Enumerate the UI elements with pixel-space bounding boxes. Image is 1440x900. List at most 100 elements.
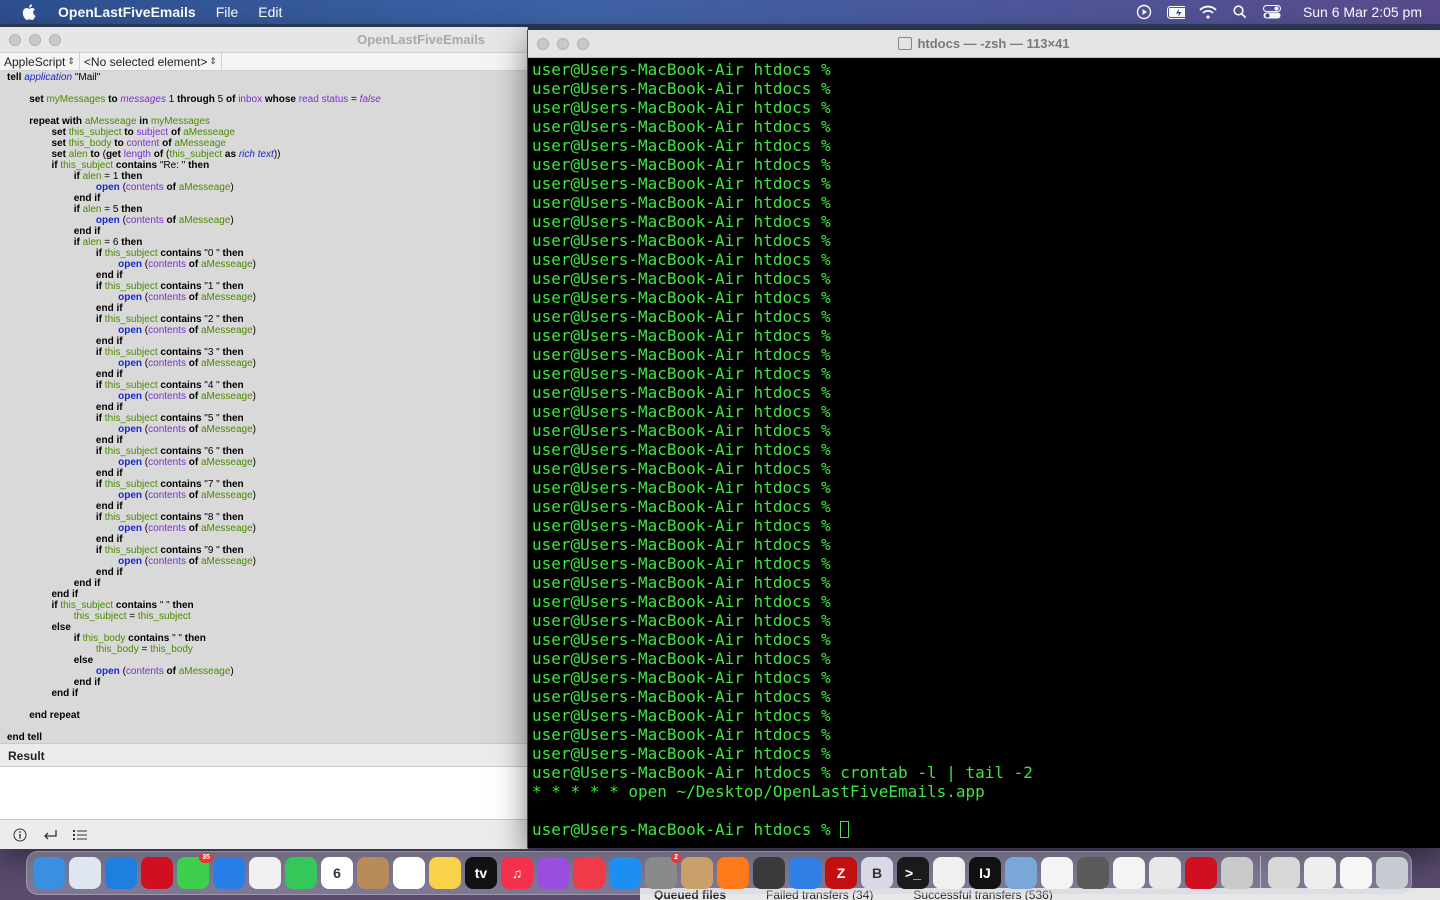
apple-menu-icon[interactable] bbox=[20, 3, 38, 21]
code-token: then bbox=[222, 248, 244, 259]
play-status-icon[interactable] bbox=[1135, 4, 1153, 20]
code-line: if this_subject contains "4 " then bbox=[7, 380, 527, 391]
messages-icon[interactable]: 35 bbox=[177, 853, 213, 889]
element-popup[interactable]: <No selected element> ⇕ bbox=[80, 52, 222, 71]
terminal-output[interactable]: user@Users-MacBook-Air htdocs % user@User… bbox=[528, 58, 1440, 848]
photos-icon[interactable] bbox=[249, 857, 281, 889]
code-token: then bbox=[222, 545, 244, 556]
info-icon[interactable] bbox=[10, 827, 30, 843]
bbedit-icon[interactable]: B bbox=[861, 857, 893, 889]
code-token: of bbox=[185, 490, 201, 501]
menu-app-name[interactable]: OpenLastFiveEmails bbox=[58, 4, 196, 20]
code-token: "7 " bbox=[204, 479, 223, 490]
calculator-icon[interactable] bbox=[753, 857, 785, 889]
calendar-icon[interactable]: 6 bbox=[321, 857, 353, 889]
code-token: content bbox=[126, 138, 160, 149]
code-token: this_subject bbox=[60, 160, 114, 171]
script-editor-icon[interactable] bbox=[1149, 857, 1181, 889]
code-token: of bbox=[185, 259, 201, 270]
ghost-icon[interactable] bbox=[1077, 857, 1109, 889]
spotlight-search-icon[interactable] bbox=[1231, 5, 1249, 19]
code-token: open bbox=[118, 391, 143, 402]
code-token: to bbox=[121, 127, 137, 138]
code-token: then bbox=[121, 171, 143, 182]
dock: 35 6 tv ♫ 2 Z B >_ IJ bbox=[26, 851, 1412, 895]
trash-icon[interactable] bbox=[1376, 857, 1408, 889]
terminal-line: * * * * * open ~/Desktop/OpenLastFiveEma… bbox=[532, 782, 985, 801]
documents-stack-icon[interactable] bbox=[1304, 857, 1336, 889]
menu-clock[interactable]: Sun 6 Mar 2:05 pm bbox=[1303, 4, 1422, 20]
code-token: this_subject bbox=[104, 281, 158, 292]
code-token: open bbox=[95, 182, 120, 193]
control-center-icon[interactable] bbox=[1262, 5, 1281, 19]
opera-gx-icon[interactable] bbox=[1185, 857, 1217, 889]
dock-icon-glyph: 6 bbox=[333, 865, 341, 881]
filezilla-icon[interactable]: Z bbox=[825, 857, 857, 889]
appletv-icon[interactable]: tv bbox=[465, 857, 497, 889]
code-token: end if bbox=[95, 435, 123, 446]
menu-file[interactable]: File bbox=[216, 4, 239, 20]
code-token: aMessеage bbox=[183, 127, 235, 138]
preview-icon[interactable] bbox=[1005, 857, 1037, 889]
code-token: 5 bbox=[214, 94, 226, 105]
code-token: contains bbox=[157, 479, 205, 490]
terminal-icon[interactable]: >_ bbox=[897, 857, 929, 889]
chrome-icon[interactable] bbox=[1113, 857, 1145, 889]
menu-edit[interactable]: Edit bbox=[258, 4, 282, 20]
appstore-icon[interactable] bbox=[609, 857, 641, 889]
battery-icon[interactable] bbox=[1166, 5, 1185, 19]
folder-proxy-icon[interactable] bbox=[898, 37, 913, 50]
xcode-icon[interactable] bbox=[789, 857, 821, 889]
terminal-titlebar[interactable]: htdocs — -zsh — 113×41 bbox=[528, 30, 1440, 58]
code-token: set bbox=[51, 127, 69, 138]
code-token: this_body bbox=[82, 633, 126, 644]
podcasts-icon[interactable] bbox=[537, 857, 569, 889]
code-token: "Mail" bbox=[72, 72, 101, 83]
finder-icon[interactable] bbox=[33, 857, 65, 889]
contacts-icon[interactable] bbox=[357, 857, 389, 889]
installer-icon[interactable] bbox=[1221, 857, 1253, 889]
code-token: this_subject bbox=[104, 347, 158, 358]
launchpad-icon[interactable] bbox=[69, 857, 101, 889]
gimp-icon[interactable] bbox=[681, 857, 713, 889]
screenshot-stack-icon[interactable] bbox=[1340, 857, 1372, 889]
list-log-icon[interactable] bbox=[70, 827, 90, 843]
terminal-line: user@Users-MacBook-Air htdocs % bbox=[532, 725, 831, 744]
mail-icon[interactable] bbox=[213, 857, 245, 889]
reminders-icon[interactable] bbox=[393, 857, 425, 889]
result-pane[interactable] bbox=[0, 767, 527, 819]
firefox-icon[interactable] bbox=[717, 857, 749, 889]
script-editor-window: OpenLastFiveEmails AppleScript ⇕ <No sele… bbox=[0, 27, 528, 849]
opera-icon[interactable] bbox=[141, 857, 173, 889]
code-token: if bbox=[95, 479, 105, 490]
system-preferences-icon[interactable]: 2 bbox=[645, 853, 681, 889]
textedit-icon[interactable] bbox=[1041, 857, 1073, 889]
code-token: this_subject bbox=[73, 611, 127, 622]
code-token: end if bbox=[95, 501, 123, 512]
editor-titlebar[interactable]: OpenLastFiveEmails bbox=[0, 27, 527, 53]
wifi-icon[interactable] bbox=[1199, 5, 1217, 19]
music-icon[interactable]: ♫ bbox=[501, 857, 533, 889]
notes-icon[interactable] bbox=[429, 857, 461, 889]
reply-log-icon[interactable] bbox=[40, 827, 60, 843]
news-icon[interactable] bbox=[573, 857, 605, 889]
facetime-icon[interactable] bbox=[285, 857, 317, 889]
intellij-icon[interactable]: IJ bbox=[969, 857, 1001, 889]
script-code-area[interactable]: tell application "Mail" set myMessages t… bbox=[0, 71, 527, 743]
code-token: " " bbox=[172, 633, 185, 644]
language-popup[interactable]: AppleScript ⇕ bbox=[0, 52, 80, 71]
downloads-stack-icon[interactable] bbox=[1268, 857, 1300, 889]
safari-icon[interactable] bbox=[105, 857, 137, 889]
terminal-line: user@Users-MacBook-Air htdocs % bbox=[532, 421, 831, 440]
code-token: in bbox=[136, 116, 151, 127]
code-line: end if bbox=[7, 193, 527, 204]
github-icon[interactable] bbox=[933, 857, 965, 889]
